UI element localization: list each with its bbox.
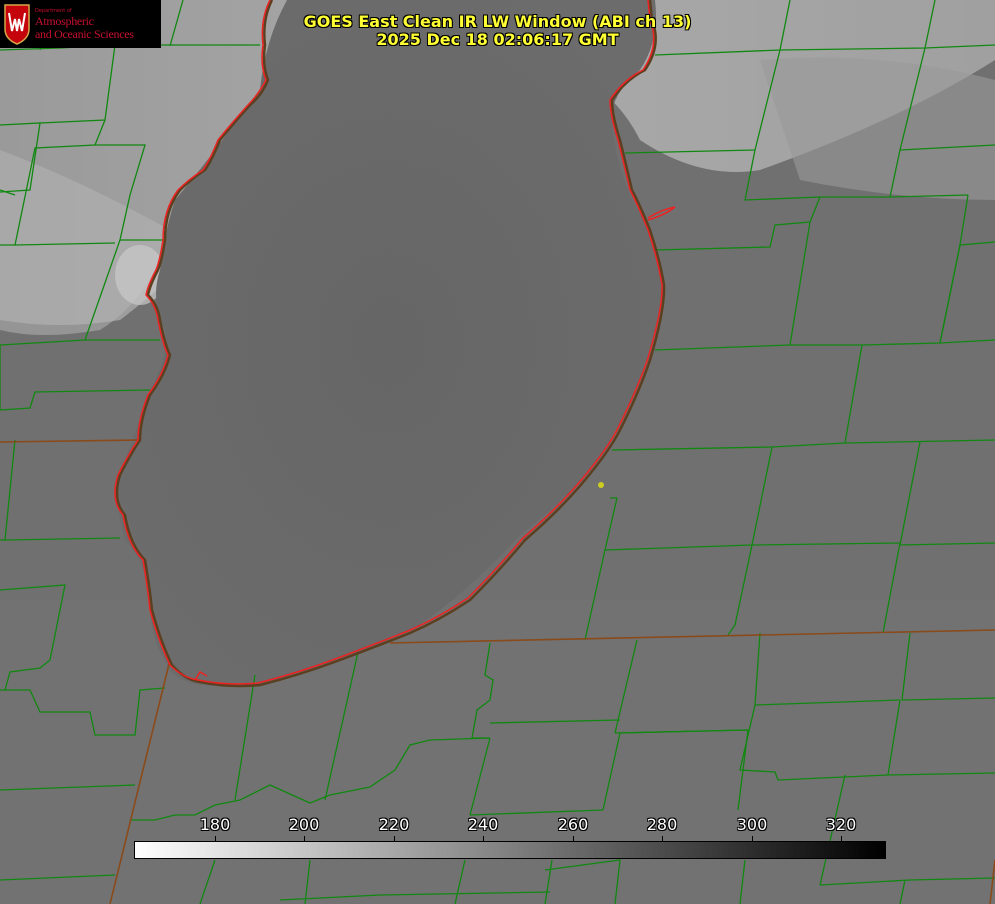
colorbar-tick-label: 260 [557, 815, 589, 834]
colorbar-tick [394, 836, 395, 842]
colorbar-tick-label: 200 [288, 815, 320, 834]
colorbar-tick [752, 836, 753, 842]
colorbar-tick-label: 280 [646, 815, 678, 834]
colorbar-tick [662, 836, 663, 842]
colorbar-tick [215, 836, 216, 842]
colorbar-tick-label: 220 [378, 815, 410, 834]
satellite-map [0, 0, 995, 904]
colorbar-tick [304, 836, 305, 842]
image-title: GOES East Clean IR LW Window (ABI ch 13) [303, 12, 692, 31]
colorbar-tick-label: 180 [199, 815, 231, 834]
temperature-colorbar [134, 841, 886, 859]
colorbar-tick-label: 300 [736, 815, 768, 834]
colorbar-tick [483, 836, 484, 842]
location-marker [598, 482, 604, 488]
colorbar-tick-label: 240 [467, 815, 499, 834]
colorbar-tick [841, 836, 842, 842]
colorbar-tick-label: 320 [825, 815, 857, 834]
colorbar-tick [573, 836, 574, 842]
image-timestamp: 2025 Dec 18 02:06:17 GMT [376, 30, 619, 49]
